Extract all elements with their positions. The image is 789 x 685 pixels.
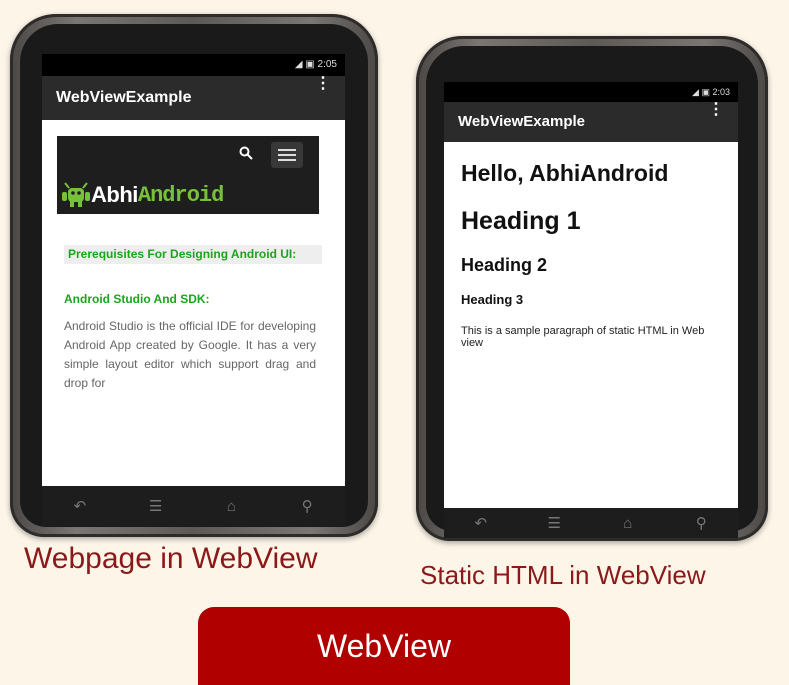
- app-bar: WebViewExample ⋮: [42, 76, 345, 120]
- signal-icon: ◢ ▣: [294, 59, 318, 70]
- prerequisites-heading: Prerequisites For Designing Android UI:: [64, 245, 322, 264]
- app-bar: WebViewExample ⋮: [444, 102, 738, 142]
- status-time: 2:05: [317, 59, 337, 70]
- sdk-subheading: Android Studio And SDK:: [64, 292, 210, 306]
- app-title: WebViewExample: [56, 89, 192, 106]
- caption-webpage: Webpage in WebView: [24, 542, 318, 575]
- screen-webpage: ◢ ▣ 2:05 WebViewExample ⋮ Abhi Android Pr…: [42, 54, 345, 486]
- webview-button[interactable]: WebView: [198, 607, 570, 685]
- heading-2: Heading 2: [461, 255, 548, 275]
- logo-text-abhi: Abhi: [91, 182, 138, 207]
- screen-static-html: ◢ ▣ 2:03 WebViewExample ⋮ Hello, AbhiAnd…: [444, 82, 738, 508]
- search-icon[interactable]: [239, 146, 253, 163]
- app-title: WebViewExample: [458, 113, 586, 130]
- web-site-header: Abhi Android: [57, 136, 319, 214]
- back-icon[interactable]: ↶: [65, 497, 95, 515]
- webview-content: Hello, AbhiAndroid Heading 1 Heading 2 H…: [444, 142, 738, 508]
- overflow-menu-icon[interactable]: ⋮: [315, 76, 331, 92]
- nav-bar-left: ↶ ☰ ⌂ ⚲: [42, 486, 345, 526]
- heading-1: Heading 1: [461, 207, 581, 235]
- static-paragraph: This is a sample paragraph of static HTM…: [461, 325, 705, 349]
- menu-icon[interactable]: ☰: [539, 514, 569, 532]
- home-icon[interactable]: ⌂: [613, 515, 643, 532]
- status-time: 2:03: [712, 87, 730, 97]
- status-bar: ◢ ▣ 2:03: [444, 82, 738, 102]
- search-icon[interactable]: ⚲: [686, 514, 716, 532]
- home-icon[interactable]: ⌂: [216, 498, 246, 515]
- abhiandroid-logo[interactable]: Abhi Android: [61, 178, 224, 212]
- overflow-menu-icon[interactable]: ⋮: [708, 102, 724, 118]
- greeting-heading: Hello, AbhiAndroid: [461, 160, 669, 186]
- menu-icon[interactable]: ☰: [141, 497, 171, 515]
- caption-static-html: Static HTML in WebView: [420, 560, 706, 590]
- status-bar: ◢ ▣ 2:05: [42, 54, 345, 76]
- hamburger-icon[interactable]: [271, 142, 303, 168]
- android-mascot-icon: [62, 182, 90, 207]
- back-icon[interactable]: ↶: [466, 514, 496, 532]
- article-paragraph: Android Studio is the official IDE for d…: [64, 319, 316, 390]
- logo-text-android: Android: [137, 182, 224, 208]
- signal-icon: ◢ ▣: [692, 87, 713, 97]
- heading-3: Heading 3: [461, 292, 524, 307]
- search-icon[interactable]: ⚲: [292, 497, 322, 515]
- nav-bar-right: ↶ ☰ ⌂ ⚲: [444, 508, 738, 538]
